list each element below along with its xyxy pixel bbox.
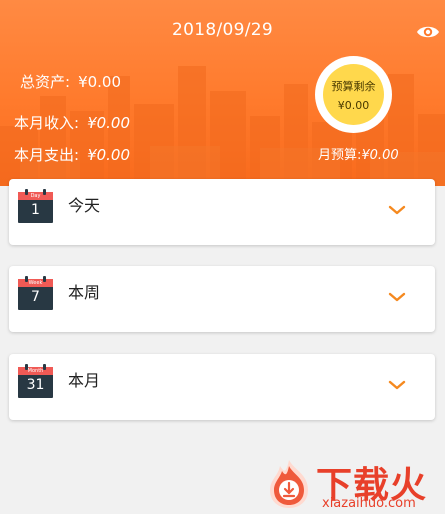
calendar-header: Week: [18, 279, 53, 287]
watermark: 下载火 xiazaihuo.com: [262, 454, 445, 514]
monthly-expense-value: ¥0.00: [87, 146, 131, 164]
calendar-icon: Day 1: [18, 189, 53, 223]
budget-remaining-badge: 预算剩余 ¥0.00: [323, 64, 384, 125]
calendar-number: 31: [26, 377, 45, 393]
chevron-down-icon[interactable]: [388, 291, 406, 303]
total-assets-label: 总资产:: [20, 73, 71, 91]
budget-remaining-value: ¥0.00: [337, 99, 370, 112]
total-assets-value: ¥0.00: [78, 73, 122, 91]
period-label: 本周: [68, 283, 101, 302]
monthly-budget-label: 月预算:: [318, 148, 362, 163]
summary-header: 2018/09/29 总资产: ¥0.00 本月收入: ¥0.00 本月支出: ¥0.…: [0, 0, 445, 186]
chevron-down-icon[interactable]: [388, 379, 406, 391]
current-date: 2018/09/29: [172, 20, 273, 40]
total-assets: 总资产: ¥0.00: [20, 71, 121, 92]
period-card-week[interactable]: Week 7 本周: [9, 266, 435, 332]
budget-remaining-label: 预算剩余: [331, 80, 376, 93]
calendar-icon: Week 7: [18, 276, 53, 310]
budget-remaining-circle[interactable]: 预算剩余 ¥0.00: [315, 56, 392, 133]
period-card-today[interactable]: Day 1 今天: [9, 179, 435, 245]
monthly-expense-label: 本月支出:: [14, 146, 80, 164]
calendar-number: 7: [31, 289, 40, 305]
monthly-income-label: 本月收入:: [14, 114, 80, 132]
watermark-url: xiazaihuo.com: [322, 496, 416, 511]
flame-logo-icon: [270, 460, 308, 508]
monthly-budget-value: ¥0.00: [361, 148, 399, 163]
monthly-income-value: ¥0.00: [87, 114, 131, 132]
chevron-down-icon[interactable]: [388, 204, 406, 216]
calendar-icon: Month 31: [18, 364, 53, 398]
calendar-number: 1: [31, 202, 40, 218]
calendar-header: Day: [18, 192, 53, 200]
monthly-budget[interactable]: 月预算:¥0.00: [318, 144, 399, 163]
monthly-income: 本月收入: ¥0.00: [14, 112, 130, 133]
period-card-month[interactable]: Month 31 本月: [9, 354, 435, 420]
period-label: 今天: [68, 196, 101, 215]
calendar-header: Month: [18, 367, 53, 375]
period-label: 本月: [68, 371, 101, 390]
eye-icon[interactable]: [416, 23, 440, 41]
monthly-expense: 本月支出: ¥0.00: [14, 144, 130, 165]
